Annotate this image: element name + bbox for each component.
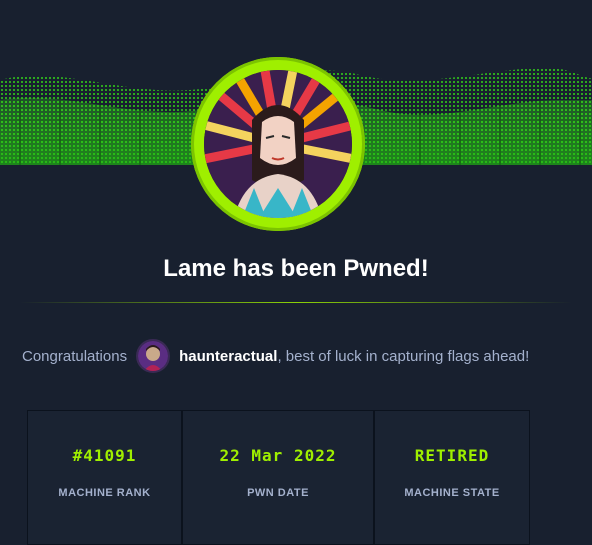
machine-avatar-ring	[191, 57, 365, 231]
machine-avatar-icon	[204, 70, 352, 218]
congrats-message: Congratulations haunteractual , best of …	[22, 338, 529, 374]
stat-pwn-date: 22 Mar 2022 PWN DATE	[182, 410, 374, 545]
machine-rank-label: MACHINE RANK	[58, 487, 151, 499]
title-divider	[20, 302, 572, 303]
pwn-date-value: 22 Mar 2022	[219, 446, 337, 465]
user-avatar-icon[interactable]	[136, 339, 171, 373]
machine-state-value: RETIRED	[414, 446, 490, 465]
congrats-prefix: Congratulations	[22, 347, 128, 365]
pwn-date-label: PWN DATE	[247, 487, 309, 499]
stats-panel: #41091 MACHINE RANK 22 Mar 2022 PWN DATE…	[27, 410, 530, 545]
stat-machine-rank: #41091 MACHINE RANK	[27, 410, 182, 545]
machine-state-label: MACHINE STATE	[404, 487, 500, 499]
username-link[interactable]: haunteractual	[179, 348, 277, 365]
machine-rank-value: #41091	[72, 446, 137, 465]
stat-machine-state: RETIRED MACHINE STATE	[374, 410, 530, 545]
page-title: Lame has been Pwned!	[163, 255, 429, 282]
congrats-suffix: , best of luck in capturing flags ahead!	[277, 347, 530, 365]
